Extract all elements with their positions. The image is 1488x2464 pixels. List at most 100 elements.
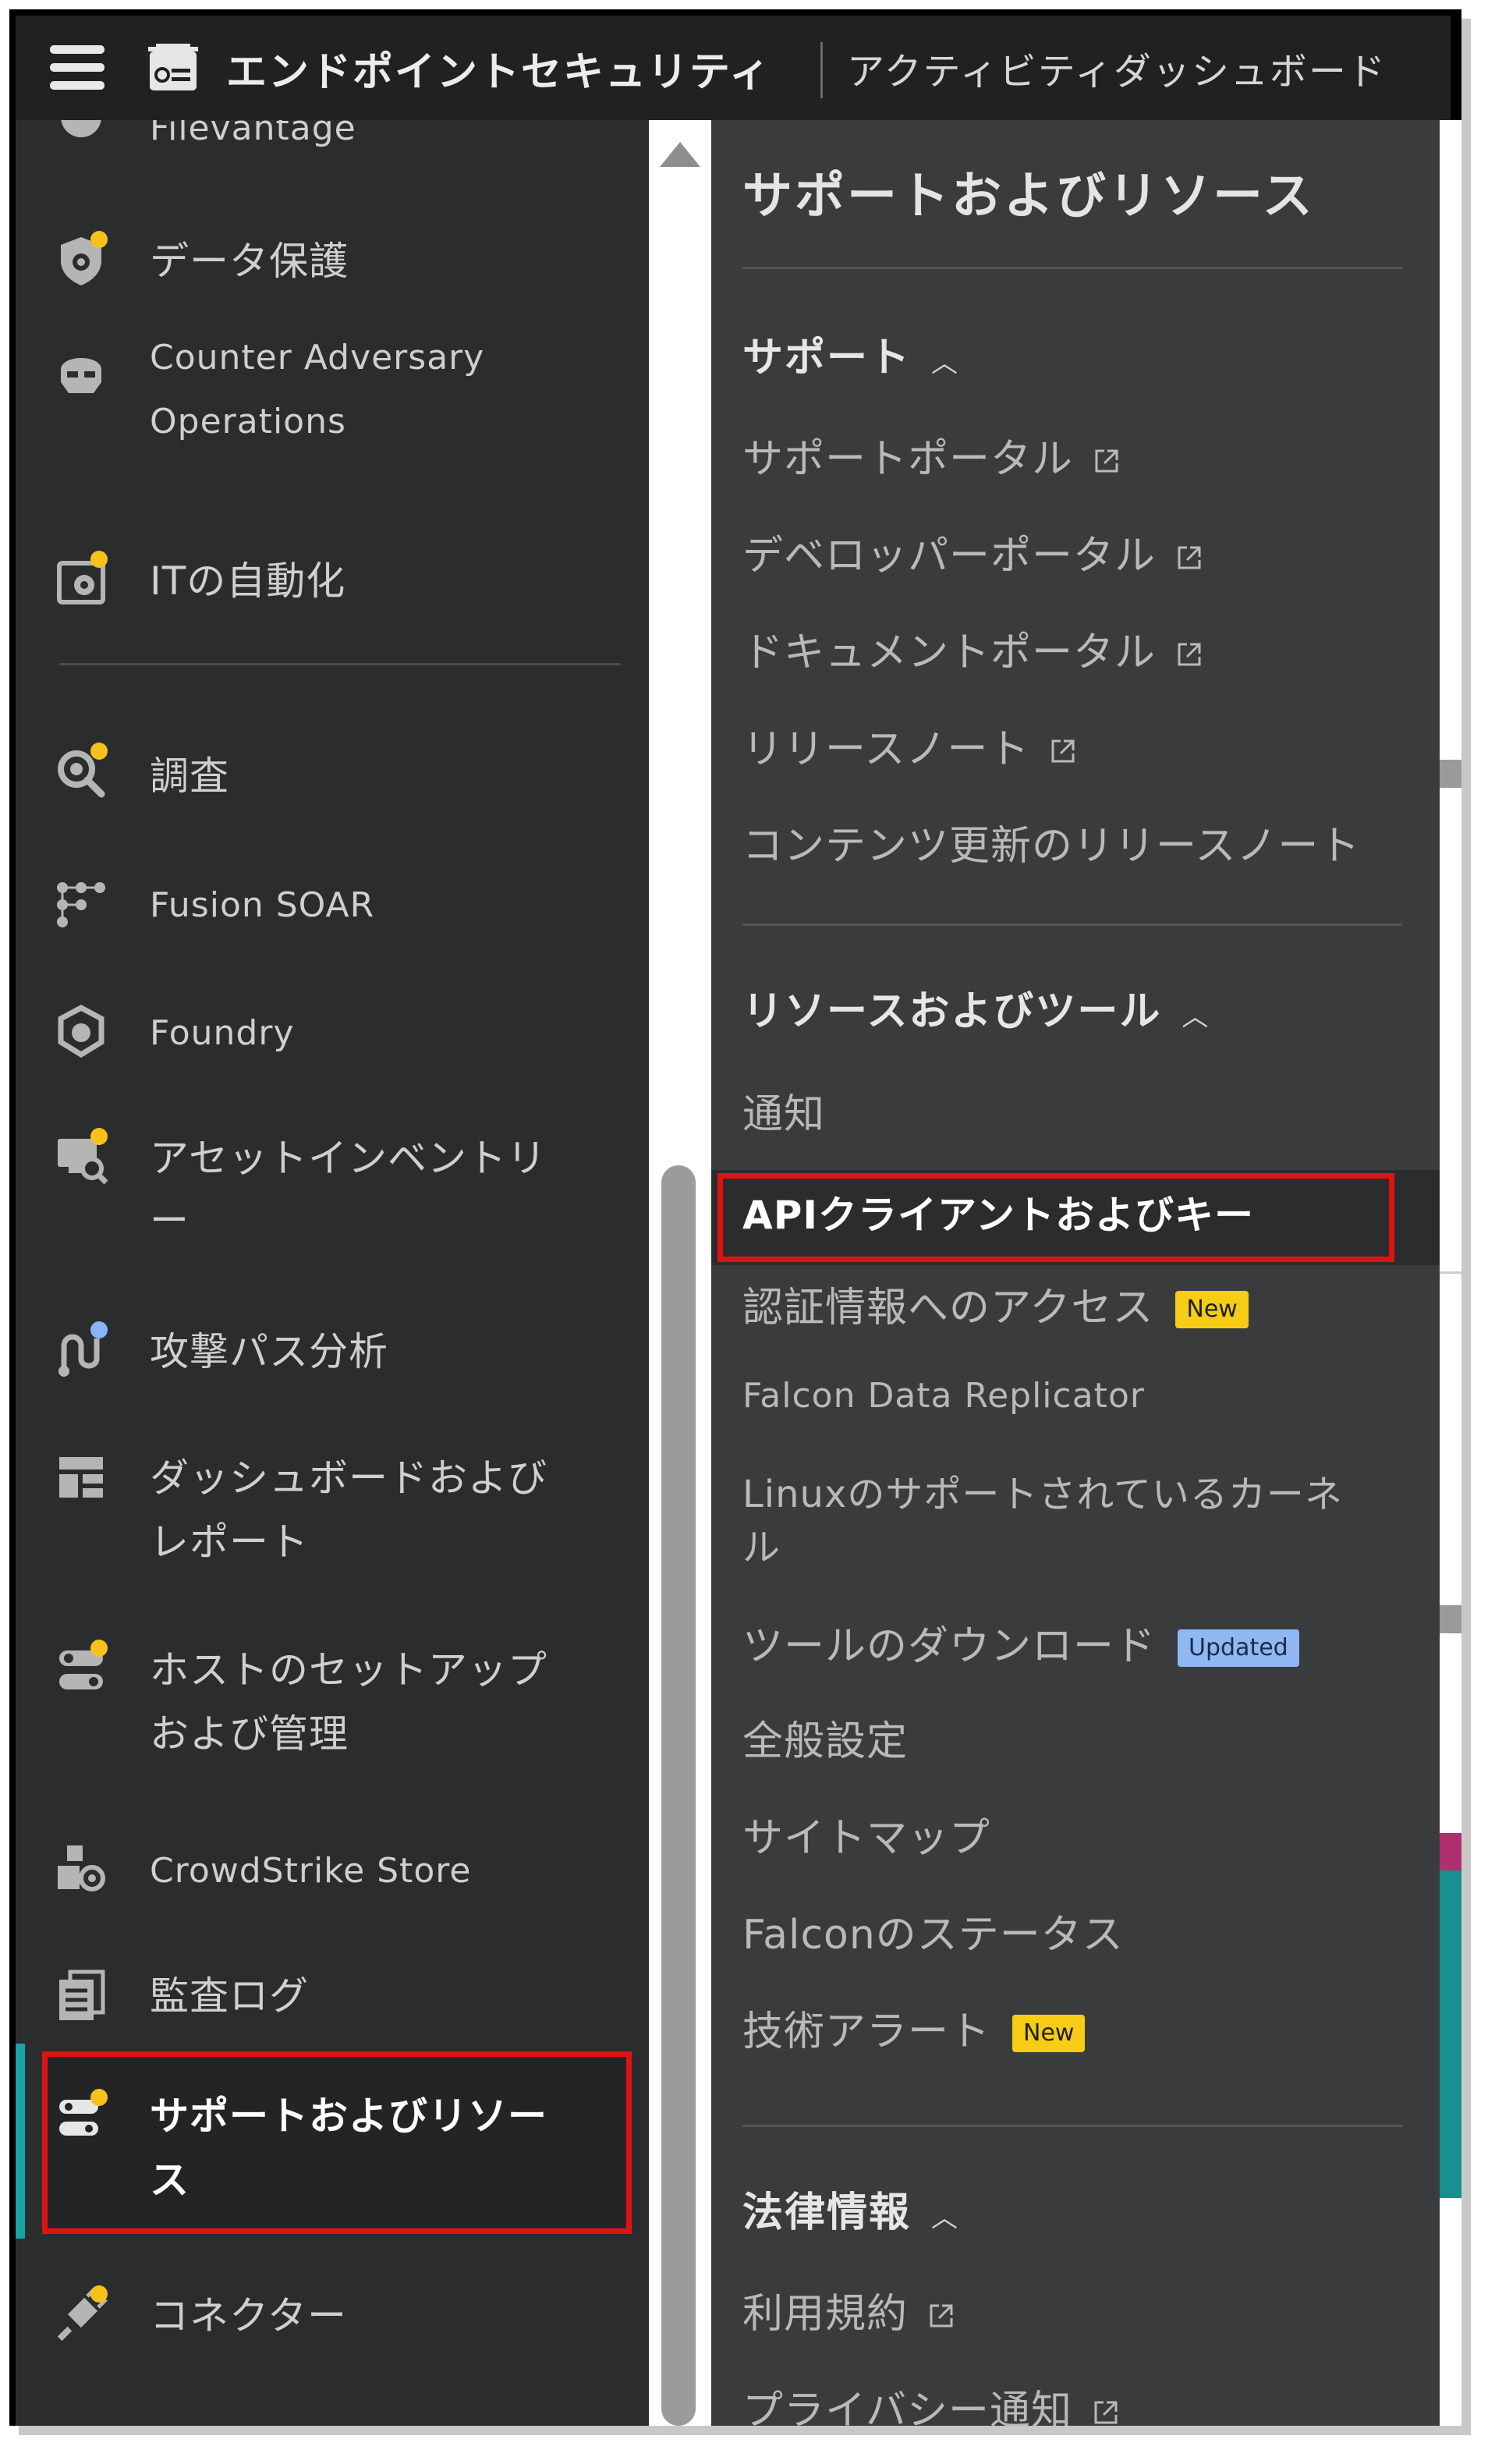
link-general-settings[interactable]: 全般設定 — [742, 1708, 908, 1767]
nav-item-support-resources[interactable]: サポートおよびリソー ス — [16, 2062, 649, 2226]
page-title: アクティビティダッシュボード — [847, 50, 1387, 94]
link-label-line2: ル — [742, 1526, 781, 1569]
dashboard-icon — [53, 1449, 109, 1505]
panel-title: サポートおよびリソース — [742, 168, 1315, 225]
nav-item-dashboards[interactable]: ダッシュボードおよび レポート — [16, 1431, 649, 1571]
panel-separator — [742, 924, 1402, 926]
link-label: デベロッパーポータル — [742, 533, 1157, 580]
it-automation-icon — [53, 551, 109, 608]
link-label: 技術アラート — [742, 2008, 991, 2055]
nav-item-label-line2: および管理 — [150, 1711, 349, 1757]
link-label: プライバシー通知 — [742, 2388, 1072, 2426]
link-label: コンテンツ更新のリリースノート — [742, 823, 1361, 870]
chevron-up-icon[interactable]: ︿ — [931, 342, 959, 380]
nav-item-host-setup[interactable]: ホストのセットアップ および管理 — [16, 1622, 649, 1763]
nav-item-investigate[interactable]: 調査 — [16, 729, 649, 822]
nav-item-label-line2: Operations — [150, 402, 346, 441]
link-release-notes[interactable]: リリースノート — [742, 716, 1076, 775]
link-content-update-release-notes[interactable]: コンテンツ更新のリリースノート — [742, 813, 1360, 871]
external-link-icon — [1094, 2401, 1118, 2424]
nav-item-crowdstrike-store[interactable]: CrowdStrike Store — [16, 1824, 649, 1917]
audit-log-icon — [53, 1967, 109, 2023]
nav-separator — [59, 663, 621, 665]
link-notifications[interactable]: 通知 — [742, 1081, 825, 1140]
external-link-icon — [1178, 546, 1201, 569]
link-falcon-data-replicator[interactable]: Falcon Data Replicator — [742, 1376, 1145, 1416]
nav-item-label: Fusion SOAR — [150, 885, 375, 925]
nav-item-attack-path[interactable]: 攻撃パス分析 — [16, 1304, 649, 1398]
nav-item-connector[interactable]: コネクター — [16, 2268, 649, 2362]
link-developer-portal[interactable]: デベロッパーポータル — [742, 523, 1203, 581]
link-label: ツールのダウンロード — [742, 1623, 1157, 1670]
attack-path-icon — [53, 1321, 109, 1379]
section-legal-header[interactable]: 法律情報 ︿ — [742, 2179, 959, 2238]
endpoint-security-icon — [148, 44, 198, 90]
connector-icon — [53, 2285, 109, 2343]
nav-scrollbar[interactable] — [649, 120, 711, 2426]
asset-inventory-icon — [53, 1128, 109, 1186]
updated-badge: Updated — [1178, 1629, 1299, 1667]
nav-item-data-protection[interactable]: データ保護 — [16, 214, 649, 307]
menu-icon[interactable] — [50, 45, 105, 90]
helmet-icon — [53, 346, 109, 402]
link-privacy-notice[interactable]: プライバシー通知 — [742, 2377, 1119, 2426]
left-navigation: Filevantage データ保護 Counter Adversary Oper… — [16, 120, 649, 2426]
investigate-icon — [53, 743, 109, 800]
section-resources-header[interactable]: リソースおよびツール ︿ — [742, 978, 1210, 1037]
link-sitemap[interactable]: サイトマップ — [742, 1805, 990, 1863]
link-support-portal[interactable]: サポートポータル — [742, 426, 1120, 484]
link-linux-kernels-line2[interactable]: ル — [742, 1516, 781, 1571]
fusion-soar-icon — [53, 875, 109, 931]
link-credential-access[interactable]: 認証情報へのアクセス New — [742, 1275, 1249, 1333]
external-link-icon — [1051, 739, 1075, 763]
link-label: 利用規約 — [742, 2291, 909, 2338]
store-icon — [53, 1841, 109, 1897]
nav-item-label: 監査ログ — [150, 1973, 309, 2019]
nav-item-counter-adversary[interactable]: Counter Adversary Operations — [16, 326, 649, 459]
nav-item-audit-log[interactable]: 監査ログ — [16, 1948, 649, 2042]
nav-item-label-line2: ー — [150, 1198, 190, 1243]
scroll-up-arrow-icon[interactable] — [660, 142, 700, 167]
link-terms-of-use[interactable]: 利用規約 — [742, 2281, 955, 2339]
window-frame: エンドポイントセキュリティ アクティビティダッシュボード Filevantage… — [9, 9, 1461, 2426]
background-dashboard-edge — [1440, 120, 1461, 2426]
filevantage-icon — [61, 120, 101, 137]
link-label: サポートポータル — [742, 436, 1074, 483]
nav-item-label: コネクター — [150, 2293, 347, 2338]
top-bar: エンドポイントセキュリティ アクティビティダッシュボード — [16, 16, 1451, 120]
nav-item-label: Counter Adversary — [150, 338, 485, 378]
nav-item-filevantage[interactable]: Filevantage — [16, 120, 649, 159]
external-link-icon — [1095, 449, 1118, 473]
nav-item-label: データ保護 — [150, 239, 349, 284]
nav-item-it-automation[interactable]: ITの自動化 — [16, 534, 649, 627]
link-linux-kernels[interactable]: Linuxのサポートされているカーネ — [742, 1463, 1343, 1518]
section-support-header[interactable]: サポート ︿ — [742, 324, 959, 383]
link-label: Falcon Data Replicator — [742, 1376, 1145, 1416]
link-label: 認証情報へのアクセス — [742, 1285, 1154, 1331]
link-label: 通知 — [742, 1091, 826, 1138]
nav-item-label: Filevantage — [150, 120, 356, 148]
nav-item-label: ホストのセットアップ — [150, 1647, 547, 1693]
panel-separator — [742, 2125, 1402, 2127]
nav-item-label: 調査 — [150, 753, 229, 799]
support-icon — [53, 2089, 109, 2147]
external-link-icon — [1178, 643, 1201, 666]
link-technical-alerts[interactable]: 技術アラート New — [742, 1998, 1086, 2057]
link-documentation-portal[interactable]: ドキュメントポータル — [742, 619, 1203, 678]
nav-item-asset-inventory[interactable]: アセットインベントリ ー — [16, 1111, 649, 1251]
link-label: サイトマップ — [742, 1815, 991, 1862]
nav-item-fusion-soar[interactable]: Fusion SOAR — [16, 858, 649, 952]
chevron-up-icon[interactable]: ︿ — [1182, 995, 1210, 1033]
chevron-up-icon[interactable]: ︿ — [931, 2196, 959, 2235]
link-falcon-status[interactable]: Falconのステータス — [742, 1902, 1124, 1960]
nav-item-label: ダッシュボードおよび — [150, 1455, 547, 1501]
new-badge: New — [1012, 2015, 1086, 2052]
link-api-clients-keys[interactable]: APIクライアントおよびキー — [742, 1184, 1254, 1240]
scrollbar-thumb[interactable] — [661, 1165, 696, 2426]
nav-item-foundry[interactable]: Foundry — [16, 986, 649, 1080]
nav-item-label-line2: ス — [150, 2157, 190, 2203]
link-tool-downloads[interactable]: ツールのダウンロード Updated — [742, 1613, 1299, 1672]
panel-separator — [742, 267, 1402, 269]
link-label: リリースノート — [742, 726, 1030, 773]
link-label: 全般設定 — [742, 1718, 909, 1765]
